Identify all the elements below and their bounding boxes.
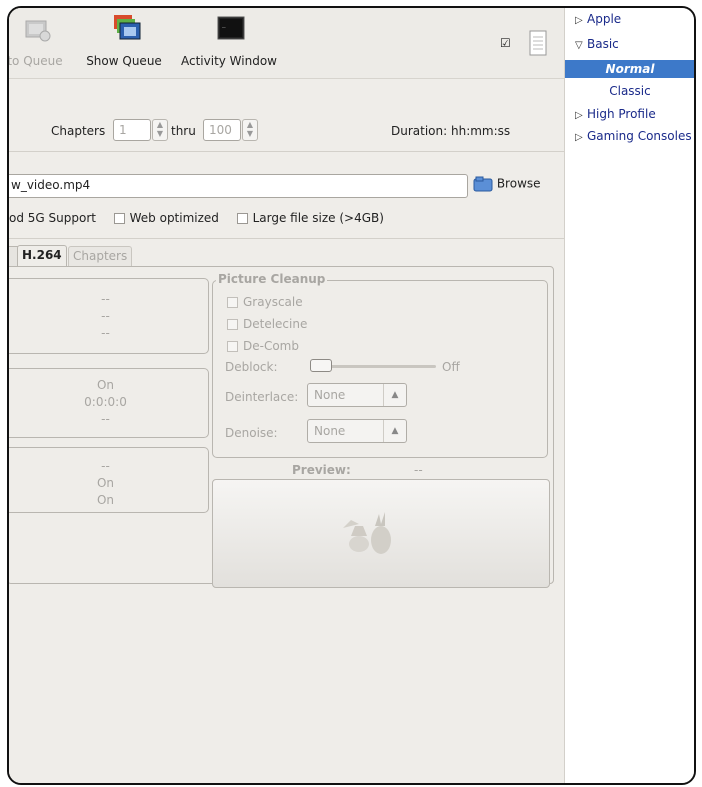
checkbox-box[interactable]: [227, 297, 238, 308]
main-pane: to Queue Show Queue _ Activity Window ☑ …: [9, 8, 564, 783]
show-queue-icon: [113, 15, 140, 40]
info-group-2: On 0:0:0:0 --: [9, 368, 209, 438]
checkbox-box[interactable]: [227, 341, 238, 352]
preset-normal[interactable]: Normal: [565, 60, 694, 78]
group3-value-3: On: [96, 493, 115, 507]
deinterlace-dropdown[interactable]: None ▲: [307, 383, 407, 407]
preset-classic-label: Classic: [609, 84, 651, 98]
options-row: od 5G Support Web optimized Large file s…: [9, 211, 384, 225]
add-to-queue-button[interactable]: to Queue: [9, 14, 63, 68]
group3-value-1: --: [101, 459, 110, 473]
info-group-1: -- -- --: [9, 278, 209, 354]
preset-group-high-profile[interactable]: ▷ High Profile: [575, 107, 656, 121]
pineapple-logo-icon: [343, 512, 391, 554]
decomb-checkbox[interactable]: De-Comb: [227, 339, 299, 353]
group1-value-3: --: [101, 326, 110, 340]
chapter-start-spinner[interactable]: ▲ ▼: [152, 119, 168, 141]
show-queue-label: Show Queue: [86, 54, 162, 68]
preview-value: --: [414, 463, 423, 477]
activity-window-button[interactable]: _ Activity Window: [181, 14, 277, 68]
chapter-end-spinner[interactable]: ▲ ▼: [242, 119, 258, 141]
add-queue-label: to Queue: [7, 54, 63, 68]
toolbar-check-icon[interactable]: ☑: [500, 36, 511, 50]
presets-sidebar: ▷ Apple ▽ Basic Normal Classic ▷ High Profi…: [564, 8, 694, 783]
add-queue-icon: [25, 20, 51, 42]
preset-normal-label: Normal: [605, 62, 655, 76]
group1-value-1: --: [101, 292, 110, 306]
destination-file-input[interactable]: w_video.mp4: [9, 174, 468, 198]
denoise-dropdown[interactable]: None ▲: [307, 419, 407, 443]
ipod-support-label: od 5G Support: [9, 211, 96, 225]
deblock-label: Deblock:: [225, 360, 278, 374]
toolbar: to Queue Show Queue _ Activity Window ☑: [9, 8, 564, 79]
info-group-3: -- On On: [9, 447, 209, 513]
tab-video-codec-label: H.264: [22, 248, 62, 262]
tab-chapters-label: Chapters: [73, 249, 128, 263]
preset-group-apple[interactable]: ▷ Apple: [575, 12, 621, 26]
activity-window-label: Activity Window: [180, 54, 278, 68]
chapters-label: Chapters: [51, 124, 106, 138]
group2-value-3: --: [101, 412, 110, 426]
duration-label: Duration: hh:mm:ss: [391, 124, 511, 138]
preset-group-gaming-label: Gaming Consoles: [587, 129, 692, 143]
large-file-checkbox[interactable]: Large file size (>4GB): [236, 211, 384, 225]
expand-arrow-icon[interactable]: ▷: [575, 15, 587, 26]
tab-chapters[interactable]: Chapters: [68, 246, 133, 266]
picture-cleanup-title: Picture Cleanup: [216, 272, 328, 286]
detelecine-label: Detelecine: [243, 317, 308, 331]
checkbox-box[interactable]: [227, 319, 238, 330]
dropdown-arrows-icon: ▲: [383, 384, 406, 406]
grayscale-checkbox[interactable]: Grayscale: [227, 295, 303, 309]
expand-arrow-icon[interactable]: ▷: [575, 110, 587, 121]
separator: [9, 151, 564, 152]
thru-label: thru: [171, 124, 196, 138]
dropdown-arrows-icon: ▲: [383, 420, 406, 442]
deblock-slider-handle[interactable]: [310, 359, 332, 372]
deinterlace-label: Deinterlace:: [225, 390, 299, 404]
expand-arrow-icon[interactable]: ▷: [575, 132, 587, 143]
preset-group-basic[interactable]: ▽ Basic: [575, 37, 619, 51]
web-optimized-label: Web optimized: [129, 211, 219, 225]
deinterlace-value: None: [314, 388, 346, 402]
preset-group-high-profile-label: High Profile: [587, 107, 656, 121]
grayscale-label: Grayscale: [243, 295, 303, 309]
main-window: to Queue Show Queue _ Activity Window ☑ …: [7, 6, 696, 785]
browse-button[interactable]: Browse: [473, 176, 541, 196]
denoise-label: Denoise:: [225, 426, 278, 440]
tab-video-codec[interactable]: H.264: [17, 245, 67, 266]
checkbox-box[interactable]: [113, 213, 125, 224]
tab-panel: -- -- -- On 0:0:0:0 -- -- On On Picture …: [9, 266, 554, 588]
decomb-label: De-Comb: [243, 339, 299, 353]
show-queue-button[interactable]: Show Queue: [86, 14, 162, 68]
chapter-start-input[interactable]: 1: [113, 119, 151, 141]
preset-classic[interactable]: Classic: [565, 82, 694, 100]
web-optimized-checkbox[interactable]: Web optimized: [113, 211, 219, 225]
preset-group-basic-label: Basic: [587, 37, 619, 51]
chapter-end-input[interactable]: 100: [203, 119, 241, 141]
separator: [9, 238, 564, 239]
group2-value-2: 0:0:0:0: [84, 395, 127, 409]
preview-label: Preview:: [292, 463, 351, 477]
picture-cleanup-group: Picture Cleanup Grayscale Detelecine De-…: [212, 272, 548, 458]
denoise-value: None: [314, 424, 346, 438]
group1-value-2: --: [101, 309, 110, 323]
detelecine-checkbox[interactable]: Detelecine: [227, 317, 307, 331]
group3-value-2: On: [96, 476, 115, 490]
group2-value-1: On: [96, 378, 115, 392]
terminal-icon: _: [217, 16, 245, 40]
large-file-label: Large file size (>4GB): [252, 211, 384, 225]
document-icon[interactable]: [529, 30, 547, 56]
deblock-value: Off: [442, 360, 460, 374]
preset-group-gaming[interactable]: ▷ Gaming Consoles: [575, 129, 692, 143]
collapse-arrow-icon[interactable]: ▽: [575, 40, 587, 51]
svg-text:_: _: [222, 21, 226, 28]
browse-label: Browse: [496, 176, 541, 191]
preview-area[interactable]: [212, 479, 550, 588]
preset-group-apple-label: Apple: [587, 12, 622, 26]
checkbox-box[interactable]: [236, 213, 248, 224]
folder-icon: [473, 176, 493, 192]
